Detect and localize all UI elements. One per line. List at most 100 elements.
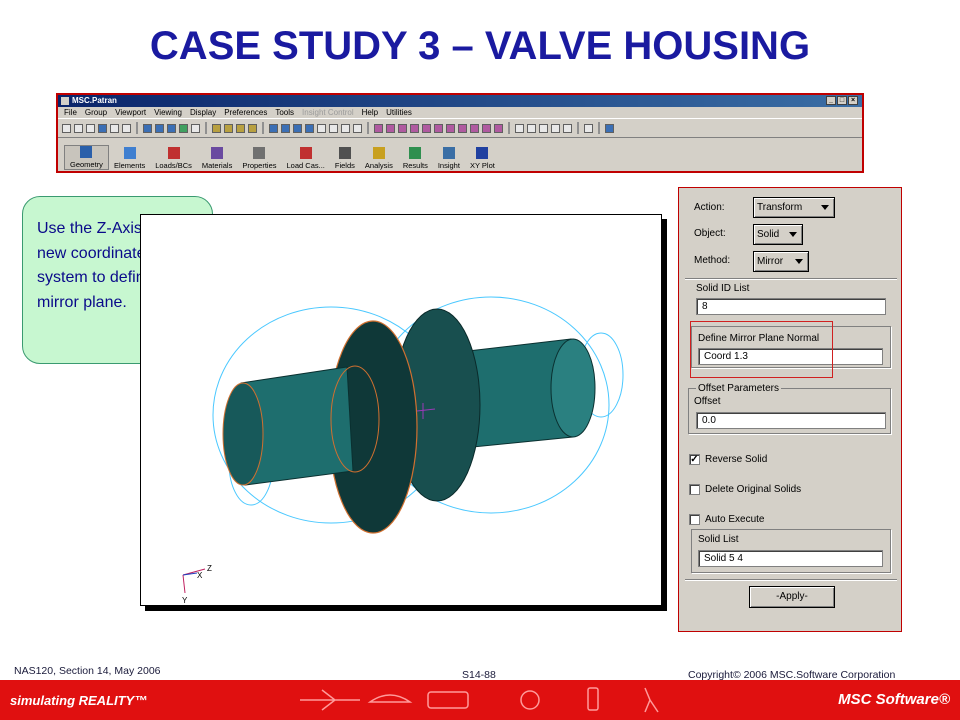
elements-icon (123, 147, 136, 159)
reverse-solid-label: Reverse Solid (705, 454, 768, 465)
auto-execute-checkbox[interactable] (689, 514, 700, 525)
toolbar-tool-icon[interactable] (584, 123, 593, 133)
toolbar-tool-icon[interactable] (155, 123, 164, 133)
toolbar-tool-icon[interactable] (482, 123, 491, 133)
toolbar-tool-icon[interactable] (539, 123, 548, 133)
toolbar-tool-icon[interactable] (212, 123, 221, 133)
minimize-button[interactable]: _ (826, 96, 836, 105)
apply-button[interactable]: -Apply- (749, 586, 835, 608)
toolbar-tool-icon[interactable] (236, 123, 245, 133)
app-button-results[interactable]: Results (398, 147, 433, 170)
toolbar-tool-icon[interactable] (179, 123, 188, 133)
menu-item-tools[interactable]: Tools (275, 107, 294, 118)
toolbar-tool-icon[interactable] (515, 123, 524, 133)
tagline: simulating REALITY™ (10, 693, 148, 708)
toolbar-tool-icon[interactable] (458, 123, 467, 133)
app-button-analysis[interactable]: Analysis (360, 147, 398, 170)
toolbar-tool-icon[interactable] (86, 123, 95, 133)
toolbar-tool-icon[interactable] (551, 123, 560, 133)
method-label: Method: (694, 255, 731, 266)
menu-item-viewport[interactable]: Viewport (115, 107, 146, 118)
toolbar-tool-icon[interactable] (434, 123, 443, 133)
toolbar-tool-icon[interactable] (494, 123, 503, 133)
divider (685, 579, 897, 581)
msc-software-logo: MSC Software® (838, 691, 950, 708)
analysis-icon (372, 147, 385, 159)
offset-input[interactable]: 0.0 (696, 412, 886, 429)
app-button-properties[interactable]: Properties (237, 147, 281, 170)
toolbar-tool-icon[interactable] (317, 123, 326, 133)
toolbar-tool-icon[interactable] (398, 123, 407, 133)
app-button-geometry[interactable]: Geometry (64, 145, 109, 170)
menu-item-group[interactable]: Group (85, 107, 107, 118)
toolbar-separator (262, 122, 264, 134)
menu-item-insight-control[interactable]: Insight Control (302, 107, 354, 118)
geometry-icon (80, 146, 93, 158)
window-title-bar: MSC.Patran _ □ × (58, 95, 862, 107)
toolbar-tool-icon[interactable] (62, 123, 71, 133)
toolbar-tool-icon[interactable] (329, 123, 338, 133)
toolbar-tool-icon[interactable] (281, 123, 290, 133)
app-button-load-cas[interactable]: Load Cas... (282, 147, 330, 170)
right-cylinder-end (550, 338, 596, 438)
toolbar-tool-icon[interactable] (563, 123, 572, 133)
app-button-loads-bcs[interactable]: Loads/BCs (150, 147, 197, 170)
object-dropdown[interactable]: Solid (753, 224, 803, 245)
action-dropdown-value: Transform (757, 202, 803, 213)
toolbar-tool-icon[interactable] (98, 123, 107, 133)
toolbar-tool-icon[interactable] (527, 123, 536, 133)
toolbar-tool-icon[interactable] (446, 123, 455, 133)
menu-item-display[interactable]: Display (190, 107, 216, 118)
solid-id-list-input[interactable]: 8 (696, 298, 886, 315)
toolbar-tool-icon[interactable] (410, 123, 419, 133)
car-icon (367, 694, 413, 703)
train-icon (427, 691, 469, 709)
toolbar-tool-icon[interactable] (191, 123, 200, 133)
menu-item-viewing[interactable]: Viewing (154, 107, 182, 118)
toolbar-tool-icon[interactable] (422, 123, 431, 133)
toolbar-tool-icon[interactable] (293, 123, 302, 133)
toolbar-tool-icon[interactable] (248, 123, 257, 133)
toolbar-tool-icon[interactable] (374, 123, 383, 133)
action-label: Action: (694, 202, 725, 213)
footer-brand-bar: simulating REALITY™ MSC Software® (0, 680, 960, 720)
object-label: Object: (694, 228, 726, 239)
graphics-viewport[interactable]: Z X Y (140, 214, 662, 606)
app-button-insight[interactable]: Insight (433, 147, 465, 170)
toolbar-tool-icon[interactable] (143, 123, 152, 133)
toolbar-tool-icon[interactable] (224, 123, 233, 133)
reverse-solid-checkbox[interactable]: ✓ (689, 454, 700, 465)
toolbar-tool-icon[interactable] (269, 123, 278, 133)
app-button-label: Analysis (364, 161, 393, 170)
toolbar-tool-icon[interactable] (386, 123, 395, 133)
app-button-fields[interactable]: Fields (330, 147, 360, 170)
app-button-label: XY Plot (469, 161, 495, 170)
divider (685, 278, 897, 280)
menu-item-utilities[interactable]: Utilities (386, 107, 412, 118)
toolbar-tool-icon[interactable] (122, 123, 131, 133)
footer-course-info: NAS120, Section 14, May 2006 (14, 665, 161, 677)
method-dropdown[interactable]: Mirror (753, 251, 809, 272)
menu-item-help[interactable]: Help (362, 107, 378, 118)
toolbar-tool-icon[interactable] (305, 123, 314, 133)
toolbar-tool-icon[interactable] (341, 123, 350, 133)
toolbar-tool-icon[interactable] (353, 123, 362, 133)
load-cas-icon (299, 147, 312, 159)
app-button-materials[interactable]: Materials (197, 147, 237, 170)
app-button-elements[interactable]: Elements (109, 147, 150, 170)
toolbar-separator (367, 122, 369, 134)
slide: CASE STUDY 3 – VALVE HOUSING MSC.Patran … (0, 0, 960, 720)
menu-item-file[interactable]: File (64, 107, 77, 118)
app-button-xy-plot[interactable]: XY Plot (465, 147, 500, 170)
action-dropdown[interactable]: Transform (753, 197, 835, 218)
toolbar-tool-icon[interactable] (167, 123, 176, 133)
maximize-button[interactable]: □ (837, 96, 847, 105)
toolbar-tool-icon[interactable] (470, 123, 479, 133)
toolbar-tool-icon[interactable] (605, 123, 614, 133)
close-button[interactable]: × (848, 96, 858, 105)
menu-item-preferences[interactable]: Preferences (224, 107, 267, 118)
delete-original-solids-checkbox[interactable] (689, 484, 700, 495)
toolbar-tool-icon[interactable] (110, 123, 119, 133)
solid-list-output[interactable]: Solid 5 4 (698, 550, 883, 567)
toolbar-tool-icon[interactable] (74, 123, 83, 133)
